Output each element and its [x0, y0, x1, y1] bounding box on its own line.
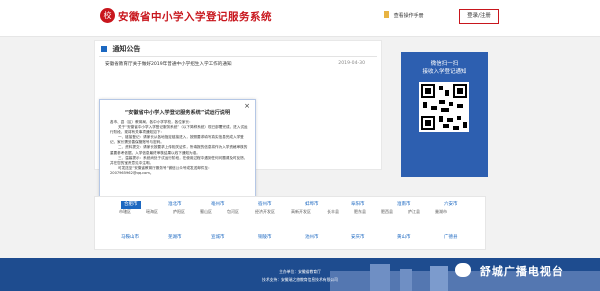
document-icon	[384, 11, 389, 18]
city-tab[interactable]: 马鞍山市	[121, 234, 139, 242]
modal-title: “安徽省中小学入学登记服务系统”试运行说明	[124, 110, 231, 116]
watermark: 舒城广播电视台	[455, 263, 595, 285]
city-row: 马鞍山市 芜湖市 宣城市 铜陵市 池州市 安庆市 黄山市 广德县	[95, 234, 485, 244]
login-button[interactable]: 登录/注册	[459, 9, 499, 24]
county-row: 市辖区 瑶海区 庐阳区 蜀山区 包河区 经济开发区 高新开发区 长丰县 肥东县 …	[111, 209, 461, 217]
modal-paragraph: 一、链接登记：请家长从各地指定链接进入，按照要求填写真实信息完成入学登记，家长需…	[110, 135, 244, 145]
header: 校 安徽省中小学入学登记服务系统 查看操作手册 登录/注册	[0, 0, 600, 37]
county-link[interactable]: 庐江县	[408, 209, 420, 215]
city-tab[interactable]: 淮南市	[397, 201, 411, 209]
city-tab[interactable]: 芜湖市	[168, 234, 182, 242]
logo-icon: 校	[100, 8, 115, 23]
site-title: 安徽省中小学入学登记服务系统	[118, 11, 272, 23]
manual-link[interactable]: 查看操作手册	[384, 11, 424, 19]
trial-run-modal: × “安徽省中小学入学登记服务系统”试运行说明 各市、县（区）教育局，各中小学学…	[99, 99, 256, 201]
modal-body: 各市、县（区）教育局，各中小学学校，各位家长： 关于“安徽省中小学入学登记服务系…	[110, 120, 248, 176]
qr-code-icon	[419, 82, 469, 132]
county-link[interactable]: 高新开发区	[291, 209, 311, 215]
city-tab[interactable]: 安庆市	[351, 234, 365, 242]
notice-item-title[interactable]: 安徽省教育厅关于做好2019年普通中小学招生入学工作的通知	[105, 62, 232, 67]
wechat-icon	[455, 263, 471, 277]
city-tab[interactable]: 宿州市	[258, 201, 272, 209]
city-tab[interactable]: 黄山市	[397, 234, 411, 242]
notice-icon	[101, 46, 107, 52]
county-link[interactable]: 肥西县	[381, 209, 393, 215]
county-link[interactable]: 市辖区	[119, 209, 131, 215]
county-link[interactable]: 瑶海区	[146, 209, 158, 215]
notice-item[interactable]: 安徽省教育厅关于做好2019年普通中小学招生入学工作的通知 2019-04-30	[105, 61, 373, 67]
notice-header: 通知公告	[101, 44, 140, 54]
modal-paragraph: 关于“安徽省中小学入学登记服务系统”（以下简称系统）现已部署完成，进入试运行阶段…	[110, 125, 248, 135]
city-tab[interactable]: 六安市	[444, 201, 458, 209]
city-tab[interactable]: 合肥市	[121, 201, 141, 209]
modal-email: 2007965962@qq.com。	[110, 170, 154, 175]
county-link[interactable]: 包河区	[227, 209, 239, 215]
county-link[interactable]: 肥东县	[354, 209, 366, 215]
city-tab[interactable]: 淮北市	[168, 201, 182, 209]
qr-subtitle: 接收入学登记通知	[422, 69, 467, 75]
city-tab[interactable]: 阜阳市	[351, 201, 365, 209]
county-link[interactable]: 庐阳区	[173, 209, 185, 215]
modal-paragraph: 三、温馨提示：系统尚处于试运行阶段，在使用过程中遇到任何问题请及时反馈，并在您的…	[110, 155, 248, 165]
city-tab[interactable]: 亳州市	[211, 201, 225, 209]
notice-item-date: 2019-04-30	[338, 61, 365, 66]
city-tab[interactable]: 宣城市	[211, 234, 225, 242]
city-tab[interactable]: 广德县	[444, 234, 458, 242]
notice-header-label: 通知公告	[112, 45, 141, 53]
city-tab[interactable]: 池州市	[305, 234, 319, 242]
manual-link-label: 查看操作手册	[393, 13, 424, 19]
modal-paragraph: 二、资料提交：请家长按要求上传相关证件，所填报的信息将作为入学资格审核的重要参考…	[110, 145, 248, 155]
city-tab[interactable]: 铜陵市	[258, 234, 272, 242]
county-link[interactable]: 蜀山区	[200, 209, 212, 215]
divider	[99, 56, 377, 57]
qr-title: 微信扫一扫	[430, 61, 459, 67]
wechat-qr-panel: 微信扫一扫 接收入学登记通知	[401, 52, 488, 177]
county-link[interactable]: 经济开发区	[255, 209, 275, 215]
county-link[interactable]: 巢湖市	[435, 209, 447, 215]
watermark-text: 舒城广播电视台	[479, 265, 564, 278]
city-selector: 合肥市 淮北市 亳州市 宿州市 蚌埠市 阜阳市 淮南市 六安市 市辖区 瑶海区 …	[94, 196, 486, 250]
county-link[interactable]: 长丰县	[327, 209, 339, 215]
city-tab[interactable]: 蚌埠市	[305, 201, 319, 209]
